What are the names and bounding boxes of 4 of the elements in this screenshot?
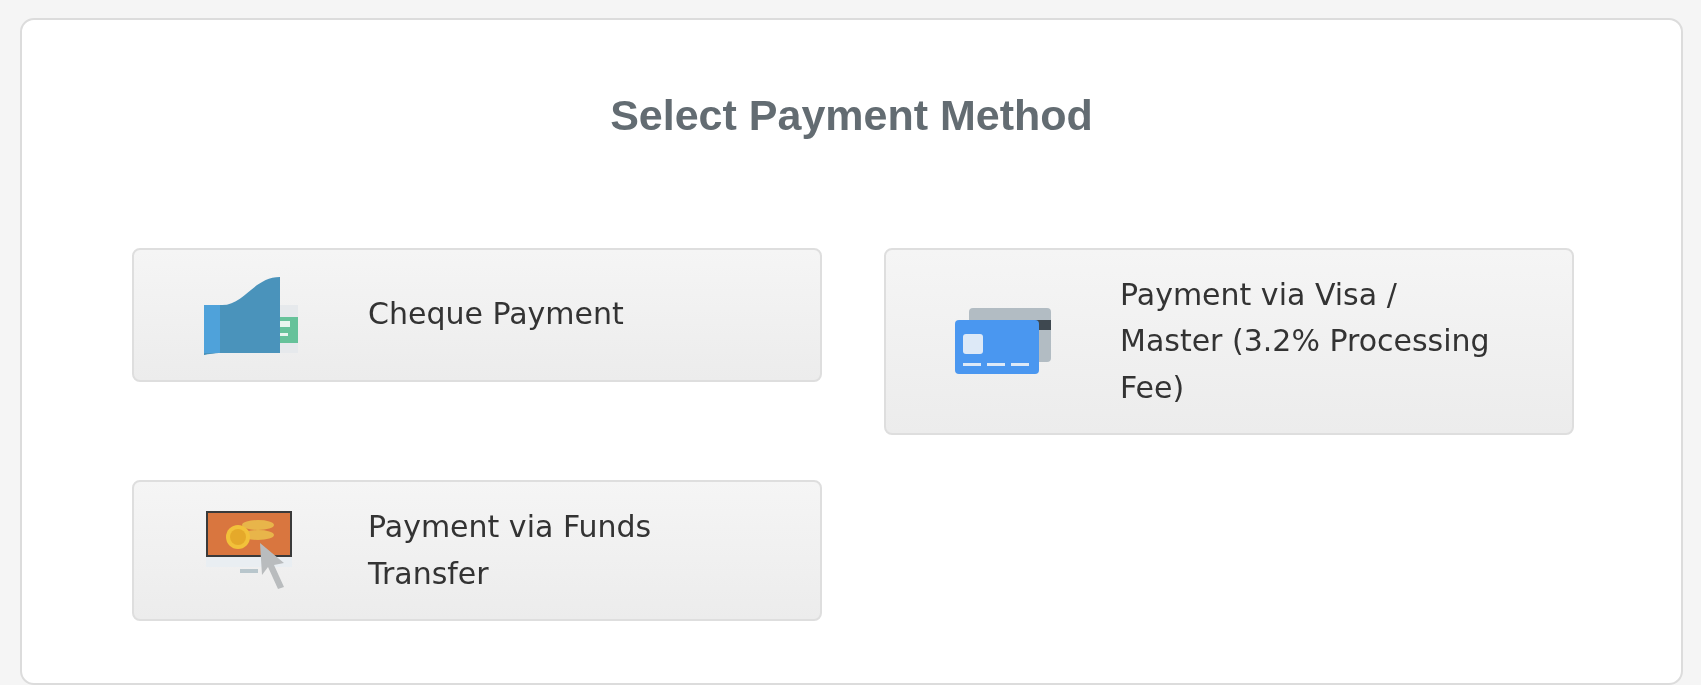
- page-title: Select Payment Method: [609, 90, 1094, 141]
- payment-option-button[interactable]: Payment via Funds Transfer: [132, 480, 822, 622]
- payment-option-button[interactable]: Payment via Visa / Master (3.2% Processing Fee): [884, 247, 1574, 436]
- payment-option-button[interactable]: Cheque Payment: [132, 247, 822, 382]
